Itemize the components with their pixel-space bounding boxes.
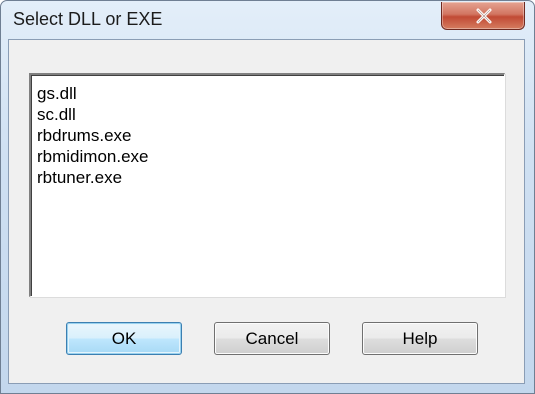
dialog-body: gs.dll sc.dll rbdrums.exe rbmidimon.exe … <box>8 39 525 384</box>
close-icon <box>476 8 492 24</box>
list-item[interactable]: gs.dll <box>37 83 504 104</box>
help-button[interactable]: Help <box>362 322 478 355</box>
cancel-button[interactable]: Cancel <box>214 322 330 355</box>
list-item[interactable]: sc.dll <box>37 104 504 125</box>
dialog-window: Select DLL or EXE gs.dll sc.dll rbdrums.… <box>0 0 535 394</box>
list-item[interactable]: rbtuner.exe <box>37 167 504 188</box>
file-listbox[interactable]: gs.dll sc.dll rbdrums.exe rbmidimon.exe … <box>29 73 505 297</box>
close-button[interactable] <box>441 2 525 30</box>
list-item[interactable]: rbmidimon.exe <box>37 146 504 167</box>
title-bar[interactable]: Select DLL or EXE <box>1 1 534 39</box>
window-title: Select DLL or EXE <box>13 9 163 29</box>
list-item[interactable]: rbdrums.exe <box>37 125 504 146</box>
ok-button[interactable]: OK <box>66 322 182 355</box>
